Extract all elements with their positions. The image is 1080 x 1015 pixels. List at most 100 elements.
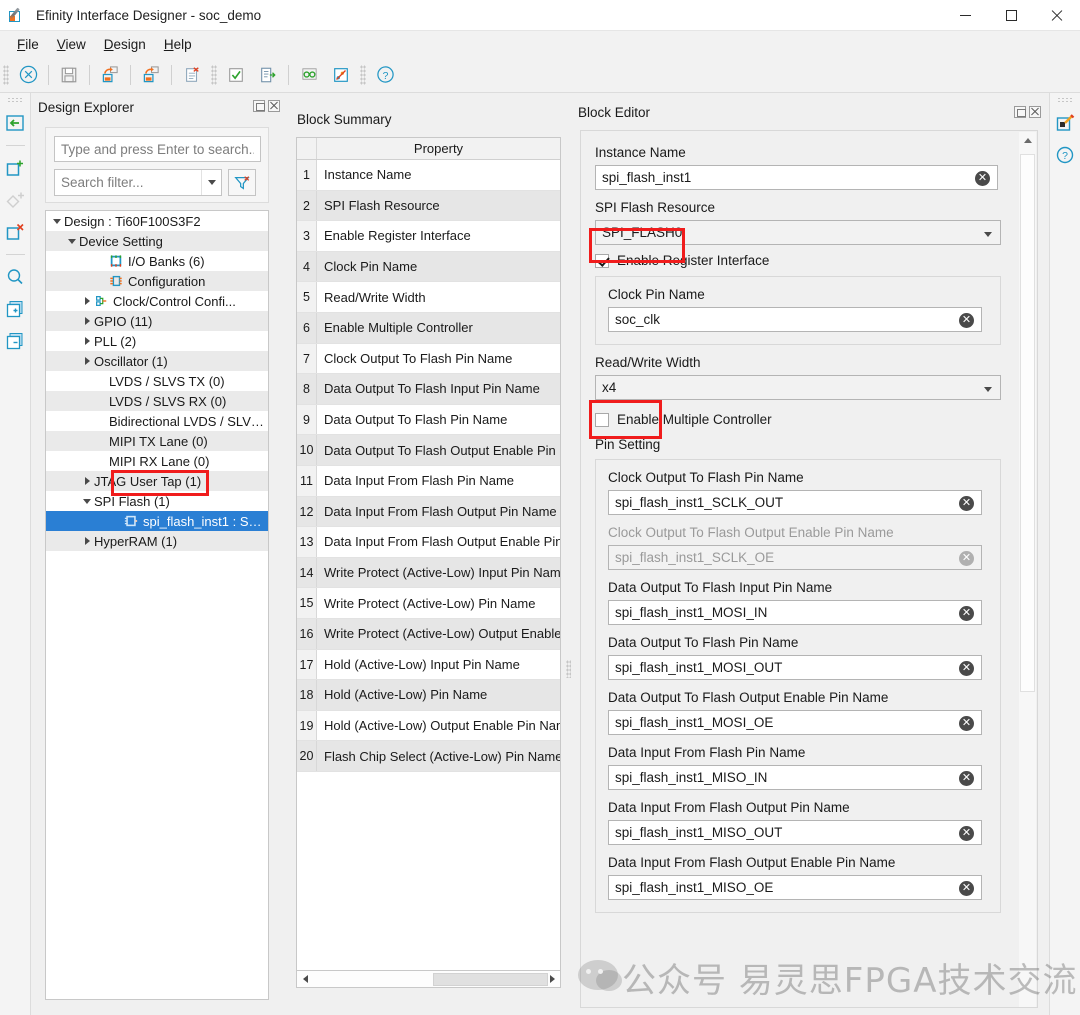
table-row[interactable]: 16Write Protect (Active-Low) Output Enab… [297, 619, 560, 650]
pin-name-field[interactable]: spi_flash_inst1_MOSI_OE✕ [608, 710, 982, 735]
strip-drag-handle[interactable] [7, 97, 23, 103]
summary-horizontal-scrollbar[interactable] [296, 971, 561, 988]
table-row[interactable]: 18Hold (Active-Low) Pin Name [297, 680, 560, 711]
delete-block-icon[interactable] [2, 218, 29, 245]
scroll-left-icon[interactable] [297, 972, 313, 987]
tree-item[interactable]: Design : Ti60F100S3F2 [46, 211, 268, 231]
clear-icon[interactable]: ✕ [959, 826, 974, 841]
editor-vertical-scrollbar[interactable] [1019, 132, 1036, 1008]
table-row[interactable]: 9Data Output To Flash Pin Name [297, 405, 560, 436]
enable-multiple-controller-checkbox[interactable] [595, 413, 609, 427]
enable-multiple-controller-row[interactable]: Enable Multiple Controller [595, 412, 1011, 427]
help-icon[interactable]: ? [369, 60, 401, 90]
spi-flash-resource-select[interactable]: SPI_FLASH0 [595, 220, 1001, 245]
clear-icon[interactable]: ✕ [959, 661, 974, 676]
tree-twisty-right[interactable] [80, 537, 94, 545]
tree-twisty-down[interactable] [65, 239, 79, 244]
pin-name-field[interactable]: spi_flash_inst1_MISO_OUT✕ [608, 820, 982, 845]
tree-twisty-down[interactable] [50, 219, 64, 224]
add-block-icon[interactable] [2, 154, 29, 181]
menu-view[interactable]: View [48, 34, 95, 55]
float-editor-button[interactable] [1014, 106, 1026, 118]
table-row[interactable]: 20Flash Chip Select (Active-Low) Pin Nam… [297, 741, 560, 772]
table-row[interactable]: 17Hold (Active-Low) Input Pin Name [297, 650, 560, 681]
tree-item[interactable]: LVDS / SLVS RX (0) [46, 391, 268, 411]
tree-item[interactable]: GPIO (11) [46, 311, 268, 331]
add-diamond-block-icon[interactable] [2, 186, 29, 213]
clear-icon[interactable]: ✕ [959, 313, 974, 328]
table-row[interactable]: 12Data Input From Flash Output Pin Name [297, 497, 560, 528]
expand-all-icon[interactable] [2, 295, 29, 322]
table-row[interactable]: 3Enable Register Interface [297, 221, 560, 252]
pin-name-field[interactable]: spi_flash_inst1_MOSI_OUT✕ [608, 655, 982, 680]
tree-item[interactable]: Device Setting [46, 231, 268, 251]
table-row[interactable]: 1Instance Name [297, 160, 560, 191]
clear-icon[interactable]: ✕ [959, 771, 974, 786]
tree-item[interactable]: MIPI RX Lane (0) [46, 451, 268, 471]
tree-item[interactable]: HyperRAM (1) [46, 531, 268, 551]
collapse-panel-icon[interactable] [2, 109, 29, 136]
clear-icon[interactable]: ✕ [975, 171, 990, 186]
import-icon[interactable] [94, 60, 126, 90]
clock-pin-name-field[interactable]: soc_clk ✕ [608, 307, 982, 332]
pin-name-field[interactable]: spi_flash_inst1_SCLK_OUT✕ [608, 490, 982, 515]
tree-twisty-right[interactable] [80, 337, 94, 345]
tree-item[interactable]: MIPI TX Lane (0) [46, 431, 268, 451]
clear-design-icon[interactable] [176, 60, 208, 90]
strip-drag-handle[interactable] [1057, 97, 1073, 103]
close-button[interactable] [1034, 0, 1080, 31]
tree-twisty-right[interactable] [80, 297, 94, 305]
tree-twisty-right[interactable] [80, 477, 94, 485]
apply-filter-button[interactable] [228, 169, 256, 196]
tree-item[interactable]: Clock/Control Confi... [46, 291, 268, 311]
scrollbar-thumb[interactable] [433, 973, 548, 986]
search-input[interactable] [54, 136, 261, 162]
design-tree[interactable]: Design : Ti60F100S3F2Device SettingI/O B… [45, 210, 269, 1000]
pin-name-field[interactable]: spi_flash_inst1_MOSI_IN✕ [608, 600, 982, 625]
toolbar-drag-handle[interactable] [211, 65, 217, 85]
tree-item[interactable]: Configuration [46, 271, 268, 291]
toolbar-drag-handle[interactable] [360, 65, 366, 85]
enable-register-interface-checkbox[interactable] [595, 254, 609, 268]
menu-design[interactable]: Design [95, 34, 155, 55]
block-editor-icon[interactable] [1052, 109, 1079, 136]
toolbar-drag-handle[interactable] [3, 65, 9, 85]
table-row[interactable]: 7Clock Output To Flash Pin Name [297, 344, 560, 375]
tree-item[interactable]: JTAG User Tap (1) [46, 471, 268, 491]
help-panel-icon[interactable]: ? [1052, 141, 1079, 168]
chevron-down-icon[interactable] [984, 380, 1000, 395]
menu-file[interactable]: File [8, 34, 48, 55]
table-row[interactable]: 19Hold (Active-Low) Output Enable Pin Na… [297, 711, 560, 742]
table-row[interactable]: 14Write Protect (Active-Low) Input Pin N… [297, 558, 560, 589]
tree-item[interactable]: I/O Banks (6) [46, 251, 268, 271]
tree-twisty-right[interactable] [80, 357, 94, 365]
scrollbar-track[interactable] [313, 972, 544, 987]
close-editor-button[interactable] [1029, 106, 1041, 118]
table-row[interactable]: 8Data Output To Flash Input Pin Name [297, 374, 560, 405]
table-row[interactable]: 15Write Protect (Active-Low) Pin Name [297, 588, 560, 619]
tree-item[interactable]: PLL (2) [46, 331, 268, 351]
tree-twisty-down[interactable] [80, 499, 94, 504]
table-row[interactable]: 5Read/Write Width [297, 282, 560, 313]
collapse-all-icon[interactable] [2, 327, 29, 354]
save-icon[interactable] [53, 60, 85, 90]
instance-name-field[interactable]: spi_flash_inst1 ✕ [595, 165, 998, 190]
clear-icon[interactable]: ✕ [959, 716, 974, 731]
search-icon[interactable] [2, 263, 29, 290]
tree-item[interactable]: Bidirectional LVDS / SLVS (0) [46, 411, 268, 431]
tree-twisty-right[interactable] [80, 317, 94, 325]
export-icon[interactable] [135, 60, 167, 90]
chevron-down-icon[interactable] [984, 225, 1000, 240]
enable-register-interface-row[interactable]: Enable Register Interface [595, 253, 1011, 268]
float-panel-button[interactable] [253, 100, 265, 112]
read-write-width-select[interactable]: x4 [595, 375, 1001, 400]
show-connections-icon[interactable] [293, 60, 325, 90]
pin-name-field[interactable]: spi_flash_inst1_MISO_IN✕ [608, 765, 982, 790]
clear-icon[interactable]: ✕ [959, 496, 974, 511]
block-summary-table[interactable]: Property 1Instance Name2SPI Flash Resour… [296, 137, 561, 971]
table-row[interactable]: 2SPI Flash Resource [297, 191, 560, 222]
tree-item[interactable]: spi_flash_inst1 : SPI... [46, 511, 268, 531]
close-design-icon[interactable] [12, 60, 44, 90]
table-row[interactable]: 4Clock Pin Name [297, 252, 560, 283]
search-filter-combo[interactable]: Search filter... [54, 169, 222, 196]
